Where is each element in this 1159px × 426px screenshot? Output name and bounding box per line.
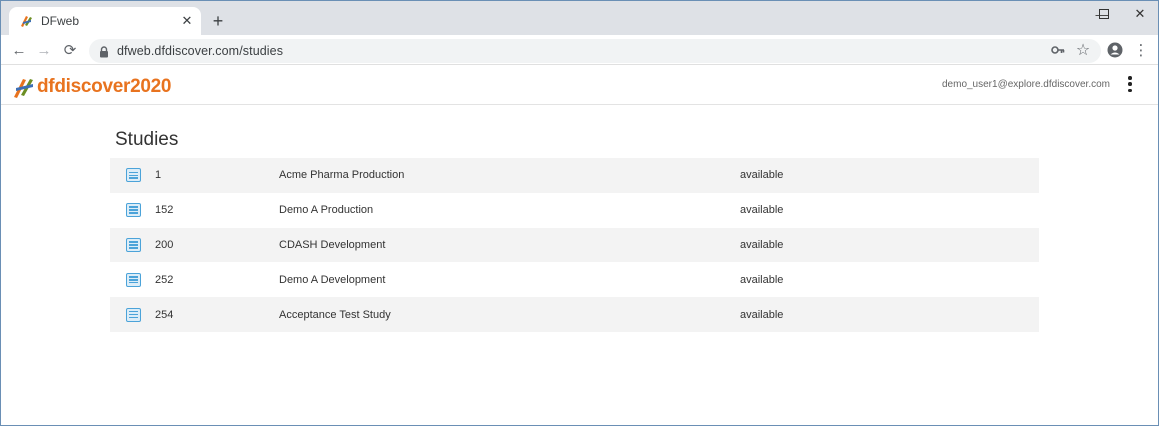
user-email: demo_user1@explore.dfdiscover.com (941, 79, 1110, 90)
study-list-icon (126, 272, 141, 287)
logo-mark-icon (13, 75, 35, 99)
study-name: Demo A Development (279, 273, 386, 286)
studies-list: 1 Acme Pharma Production available 152 Demo … (110, 158, 1039, 332)
study-status: available (740, 273, 784, 286)
tab-close-icon[interactable]: ✕ (179, 13, 195, 29)
new-tab-button[interactable]: + (208, 11, 228, 31)
study-row[interactable]: 1 Acme Pharma Production available (110, 158, 1039, 193)
browser-toolbar: ← → ⟳ dfweb.dfdiscover.com/studies ☆ ⋮ (1, 35, 1158, 65)
study-name: CDASH Development (279, 238, 386, 251)
bookmark-star-icon[interactable]: ☆ (1073, 40, 1093, 60)
study-status: available (740, 238, 784, 251)
study-row[interactable]: 152 Demo A Production available (110, 192, 1039, 228)
dfdiscover-logo[interactable]: dfdiscover2020 (13, 74, 171, 100)
tab-strip: DFweb ✕ + — ✕ (1, 1, 1158, 35)
reload-button[interactable]: ⟳ (59, 39, 81, 61)
app-header: dfdiscover2020 demo_user1@explore.dfdisc… (1, 66, 1158, 105)
study-id: 200 (155, 238, 174, 251)
study-name: Acme Pharma Production (279, 169, 405, 182)
study-row[interactable]: 252 Demo A Development available (110, 262, 1039, 298)
address-bar[interactable]: dfweb.dfdiscover.com/studies (89, 39, 1101, 63)
study-id: 252 (155, 273, 174, 286)
study-status: available (740, 169, 784, 182)
maximize-icon (1099, 9, 1109, 19)
logo-text: dfdiscover2020 (37, 76, 172, 97)
key-icon[interactable] (1048, 40, 1068, 60)
study-list-icon (126, 203, 141, 218)
study-status: available (740, 308, 784, 321)
lock-icon (99, 45, 109, 58)
page-title: Studies (115, 129, 179, 150)
browser-tab[interactable]: DFweb ✕ (9, 7, 201, 35)
study-status: available (740, 204, 784, 217)
study-id: 254 (155, 308, 174, 321)
url-text: dfweb.dfdiscover.com/studies (117, 44, 284, 58)
app-menu-kebab-icon[interactable] (1126, 76, 1134, 92)
tab-title: DFweb (41, 14, 80, 28)
study-row[interactable]: 254 Acceptance Test Study available (110, 297, 1039, 332)
study-id: 1 (155, 169, 162, 182)
study-list-icon (126, 168, 141, 183)
profile-avatar-icon[interactable] (1105, 40, 1125, 60)
browser-menu-icon[interactable]: ⋮ (1131, 40, 1151, 60)
back-button[interactable]: ← (8, 39, 30, 61)
study-name: Acceptance Test Study (279, 308, 391, 321)
study-row[interactable]: 200 CDASH Development available (110, 227, 1039, 263)
forward-button[interactable]: → (33, 39, 55, 61)
maximize-button[interactable] (1086, 3, 1122, 25)
study-id: 152 (155, 204, 174, 217)
dfdiscover-favicon-icon (19, 14, 33, 28)
browser-window: DFweb ✕ + — ✕ ← → ⟳ dfweb.dfdiscover.com… (0, 0, 1159, 426)
study-list-icon (126, 307, 141, 322)
study-list-icon (126, 237, 141, 252)
study-name: Demo A Production (279, 204, 374, 217)
close-window-button[interactable]: ✕ (1122, 3, 1158, 25)
